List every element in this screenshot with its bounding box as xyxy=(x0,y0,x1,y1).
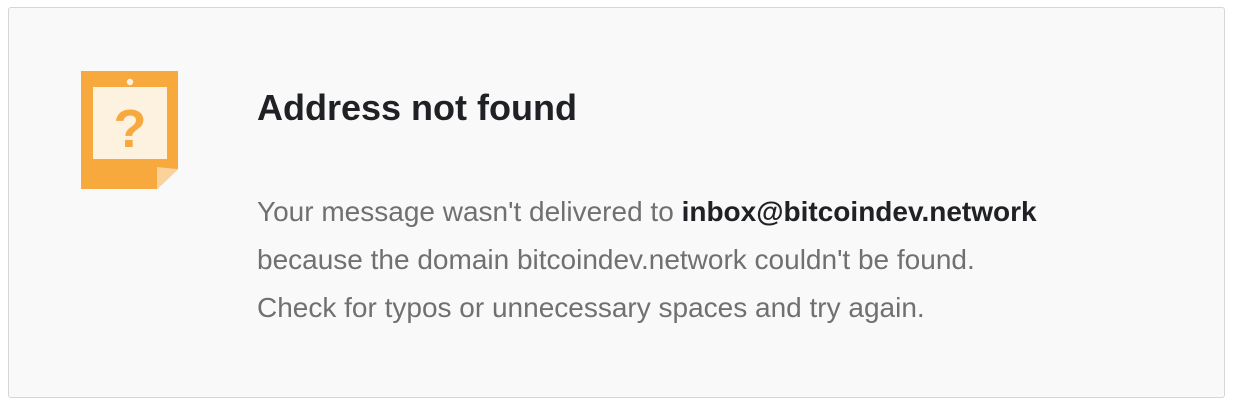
message-line-2: because the domain bitcoindev.network co… xyxy=(257,244,975,275)
message-line-1: Your message wasn't delivered to inbox@b… xyxy=(257,188,1197,236)
message-prefix: Your message wasn't delivered to xyxy=(257,196,682,227)
question-note-icon: ? xyxy=(81,71,181,189)
message-line-3: Check for typos or unnecessary spaces an… xyxy=(257,292,925,323)
error-message: Your message wasn't delivered to inbox@b… xyxy=(257,188,1197,332)
svg-text:?: ? xyxy=(114,99,147,159)
recipient-address: inbox@bitcoindev.network xyxy=(681,196,1037,227)
address-not-found-card: ? Address not found Your message wasn't … xyxy=(8,7,1225,398)
page-title: Address not found xyxy=(257,87,577,128)
